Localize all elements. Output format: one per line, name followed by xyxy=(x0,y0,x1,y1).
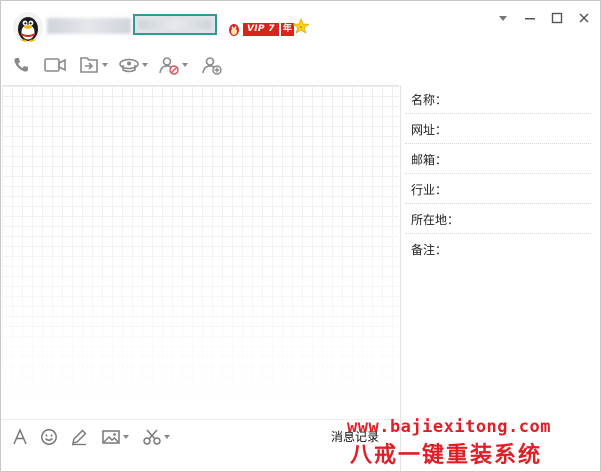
emoji-button[interactable] xyxy=(40,428,58,446)
nickname-blurred xyxy=(47,18,131,34)
apps-button[interactable] xyxy=(118,53,148,77)
chat-window: VIP 7 年 名称： 网址： 邮箱： 行业： 所在地： 备注： 消息记录 ww… xyxy=(0,0,601,472)
close-icon xyxy=(579,13,589,23)
vip-badge-group[interactable]: VIP 7 年 xyxy=(227,22,294,36)
dropdown-menu-button[interactable] xyxy=(493,9,513,27)
vip-year-badge: 年 xyxy=(280,22,294,36)
block-user-button[interactable] xyxy=(158,53,188,77)
maximize-button[interactable] xyxy=(547,9,567,27)
share-screen-icon xyxy=(80,57,98,73)
screenshot-button[interactable] xyxy=(142,428,170,446)
close-button[interactable] xyxy=(574,9,594,27)
phone-icon xyxy=(14,58,28,72)
contact-info-panel: 名称： 网址： 邮箱： 行业： 所在地： 备注： xyxy=(405,85,591,263)
watermark-url: www.bajiexitong.com xyxy=(347,417,551,437)
avatar[interactable] xyxy=(13,12,43,42)
video-call-button[interactable] xyxy=(43,53,67,77)
voice-call-button[interactable] xyxy=(11,53,31,77)
image-button[interactable] xyxy=(101,428,129,446)
info-name-row: 名称： xyxy=(405,85,591,114)
emoji-icon xyxy=(41,429,57,445)
info-email-row: 邮箱： xyxy=(405,145,591,174)
add-friend-button[interactable] xyxy=(201,53,223,77)
add-friend-icon xyxy=(202,57,222,75)
group-app-icon xyxy=(119,58,139,73)
watermark-brand: 八戒一键重装系统 xyxy=(350,443,543,468)
info-industry-row: 行业： xyxy=(405,175,591,204)
pen-icon xyxy=(72,429,87,446)
info-website-row: 网址： xyxy=(405,115,591,144)
star-icon[interactable] xyxy=(293,18,309,34)
message-area[interactable] xyxy=(2,85,399,419)
chat-toolbar xyxy=(1,53,401,79)
info-website-label: 网址： xyxy=(411,123,448,137)
info-location-row: 所在地： xyxy=(405,205,591,234)
block-user-icon xyxy=(159,57,179,75)
share-screen-button[interactable] xyxy=(78,53,108,77)
minimize-button[interactable] xyxy=(520,9,540,27)
font-button[interactable] xyxy=(11,428,29,446)
info-industry-label: 行业： xyxy=(411,183,448,197)
info-remark-row: 备注： xyxy=(405,235,591,263)
vip-penguin-icon xyxy=(229,24,239,36)
penguin-icon xyxy=(18,17,38,42)
info-remark-label: 备注： xyxy=(411,243,448,257)
title-bar: VIP 7 年 xyxy=(1,1,600,47)
font-icon xyxy=(13,428,27,445)
info-location-label: 所在地： xyxy=(411,213,460,227)
image-icon xyxy=(102,430,120,444)
info-email-label: 邮箱： xyxy=(411,153,448,167)
info-name-label: 名称： xyxy=(411,93,448,107)
vip-level-badge: VIP 7 xyxy=(243,22,279,36)
minimize-icon xyxy=(525,18,535,20)
chevron-down-icon xyxy=(499,16,507,21)
panel-divider xyxy=(400,85,401,471)
video-icon xyxy=(44,58,66,72)
maximize-icon xyxy=(551,12,563,24)
pen-button[interactable] xyxy=(70,428,88,446)
scissors-icon xyxy=(143,429,161,445)
remark-name-field[interactable] xyxy=(133,14,217,35)
